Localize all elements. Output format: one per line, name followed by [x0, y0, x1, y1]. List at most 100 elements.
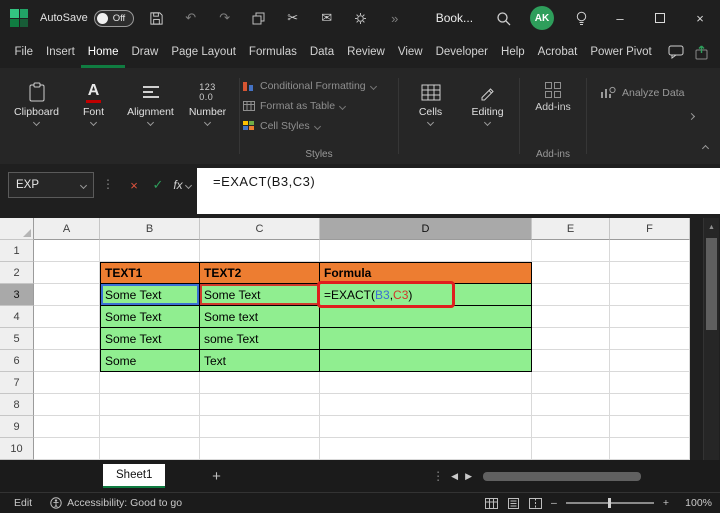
cell-c6[interactable]: Text: [200, 350, 320, 372]
horizontal-scrollbar-thumb[interactable]: [483, 471, 641, 481]
cell-c3[interactable]: Some Text: [200, 284, 320, 306]
cell-styles-button[interactable]: Cell Styles: [243, 116, 395, 136]
name-box[interactable]: EXP: [8, 172, 94, 198]
cell[interactable]: [100, 438, 200, 460]
cell[interactable]: [532, 306, 610, 328]
cell[interactable]: [200, 372, 320, 394]
minimize-button[interactable]: –: [600, 0, 640, 36]
ribbon-scroll-right-icon[interactable]: [687, 106, 696, 124]
formula-bar-handle-icon[interactable]: ⋮: [94, 172, 122, 191]
copy-icon[interactable]: [248, 6, 270, 30]
cell[interactable]: [34, 416, 100, 438]
menu-home[interactable]: Home: [81, 36, 125, 68]
menu-help[interactable]: Help: [495, 36, 532, 68]
row-header-9[interactable]: 9: [0, 416, 34, 438]
cut-icon[interactable]: ✂: [282, 6, 304, 30]
ribbon-addins-group[interactable]: Add-ins Add-ins: [523, 74, 583, 164]
row-header-8[interactable]: 8: [0, 394, 34, 416]
cell[interactable]: [610, 438, 690, 460]
ribbon-cells-button[interactable]: Cells: [402, 74, 459, 164]
cell[interactable]: [532, 350, 610, 372]
cell[interactable]: [610, 262, 690, 284]
cell[interactable]: [200, 438, 320, 460]
cell[interactable]: [532, 416, 610, 438]
ribbon-editing-button[interactable]: Editing: [459, 74, 516, 164]
maximize-button[interactable]: [640, 0, 680, 36]
scroll-left-icon[interactable]: ◀: [451, 471, 458, 482]
cell[interactable]: [100, 372, 200, 394]
accessibility-status[interactable]: Accessibility: Good to go: [50, 497, 182, 509]
menu-power-pivot[interactable]: Power Pivot: [584, 36, 658, 68]
cell[interactable]: [610, 240, 690, 262]
row-header-10[interactable]: 10: [0, 438, 34, 460]
cell[interactable]: [34, 350, 100, 372]
cell-d4[interactable]: [320, 306, 532, 328]
cell[interactable]: [610, 328, 690, 350]
cell[interactable]: [34, 372, 100, 394]
cell[interactable]: [610, 284, 690, 306]
autosave-switch[interactable]: Off: [93, 9, 134, 27]
comments-icon[interactable]: [668, 45, 684, 59]
cell-c2[interactable]: TEXT2: [200, 262, 320, 284]
scroll-right-icon[interactable]: ▶: [465, 471, 472, 482]
menu-data[interactable]: Data: [303, 36, 340, 68]
menu-insert[interactable]: Insert: [40, 36, 82, 68]
cell-b3[interactable]: Some Text: [100, 284, 200, 306]
cell[interactable]: [532, 262, 610, 284]
cell[interactable]: [532, 284, 610, 306]
tab-sheet1[interactable]: Sheet1: [103, 464, 166, 488]
share-icon[interactable]: [694, 45, 710, 60]
zoom-out-button[interactable]: –: [551, 497, 557, 509]
menu-file[interactable]: File: [8, 36, 40, 68]
save-icon[interactable]: [146, 6, 168, 30]
scroll-up-icon[interactable]: ▲: [704, 218, 719, 236]
cell[interactable]: [34, 328, 100, 350]
enter-entry-button[interactable]: ✓: [146, 172, 170, 198]
cell[interactable]: [320, 372, 532, 394]
search-icon[interactable]: [484, 6, 522, 30]
autosave-toggle[interactable]: AutoSave Off: [40, 9, 134, 27]
row-header-6[interactable]: 6: [0, 350, 34, 372]
cell[interactable]: [34, 306, 100, 328]
column-header-c[interactable]: C: [200, 218, 320, 240]
cell-c4[interactable]: Some text: [200, 306, 320, 328]
close-button[interactable]: ×: [680, 0, 720, 36]
redo-icon[interactable]: ↷: [214, 6, 236, 30]
analyze-data-button[interactable]: Analyze Data: [600, 80, 684, 106]
menu-developer[interactable]: Developer: [429, 36, 494, 68]
page-break-view-icon[interactable]: [529, 497, 543, 509]
cell[interactable]: [532, 328, 610, 350]
cell[interactable]: [610, 350, 690, 372]
formula-input[interactable]: =EXACT(B3,C3): [197, 168, 720, 214]
cell-d2[interactable]: Formula: [320, 262, 532, 284]
cell[interactable]: [610, 394, 690, 416]
cell[interactable]: [320, 394, 532, 416]
cell[interactable]: [200, 240, 320, 262]
lightbulb-icon[interactable]: [562, 6, 600, 30]
cancel-entry-button[interactable]: ×: [122, 172, 146, 198]
menu-review[interactable]: Review: [341, 36, 392, 68]
ribbon-clipboard-button[interactable]: Clipboard: [8, 74, 65, 164]
row-header-7[interactable]: 7: [0, 372, 34, 394]
column-header-f[interactable]: F: [610, 218, 690, 240]
cell[interactable]: [200, 416, 320, 438]
account-avatar[interactable]: AK: [530, 6, 554, 30]
format-as-table-button[interactable]: Format as Table: [243, 96, 395, 116]
cell[interactable]: [100, 394, 200, 416]
page-layout-view-icon[interactable]: [507, 497, 520, 509]
cell-c5[interactable]: some Text: [200, 328, 320, 350]
cell[interactable]: [532, 240, 610, 262]
menu-view[interactable]: View: [391, 36, 429, 68]
cell[interactable]: [610, 306, 690, 328]
menu-acrobat[interactable]: Acrobat: [531, 36, 584, 68]
column-header-a[interactable]: A: [34, 218, 100, 240]
cell-d3-formula[interactable]: =EXACT(B3, C3): [320, 284, 532, 306]
cell[interactable]: [34, 438, 100, 460]
new-sheet-button[interactable]: +: [205, 468, 227, 485]
cell[interactable]: [532, 438, 610, 460]
cell[interactable]: [100, 416, 200, 438]
cell-d5[interactable]: [320, 328, 532, 350]
row-header-5[interactable]: 5: [0, 328, 34, 350]
cell[interactable]: [532, 394, 610, 416]
cell[interactable]: [320, 240, 532, 262]
